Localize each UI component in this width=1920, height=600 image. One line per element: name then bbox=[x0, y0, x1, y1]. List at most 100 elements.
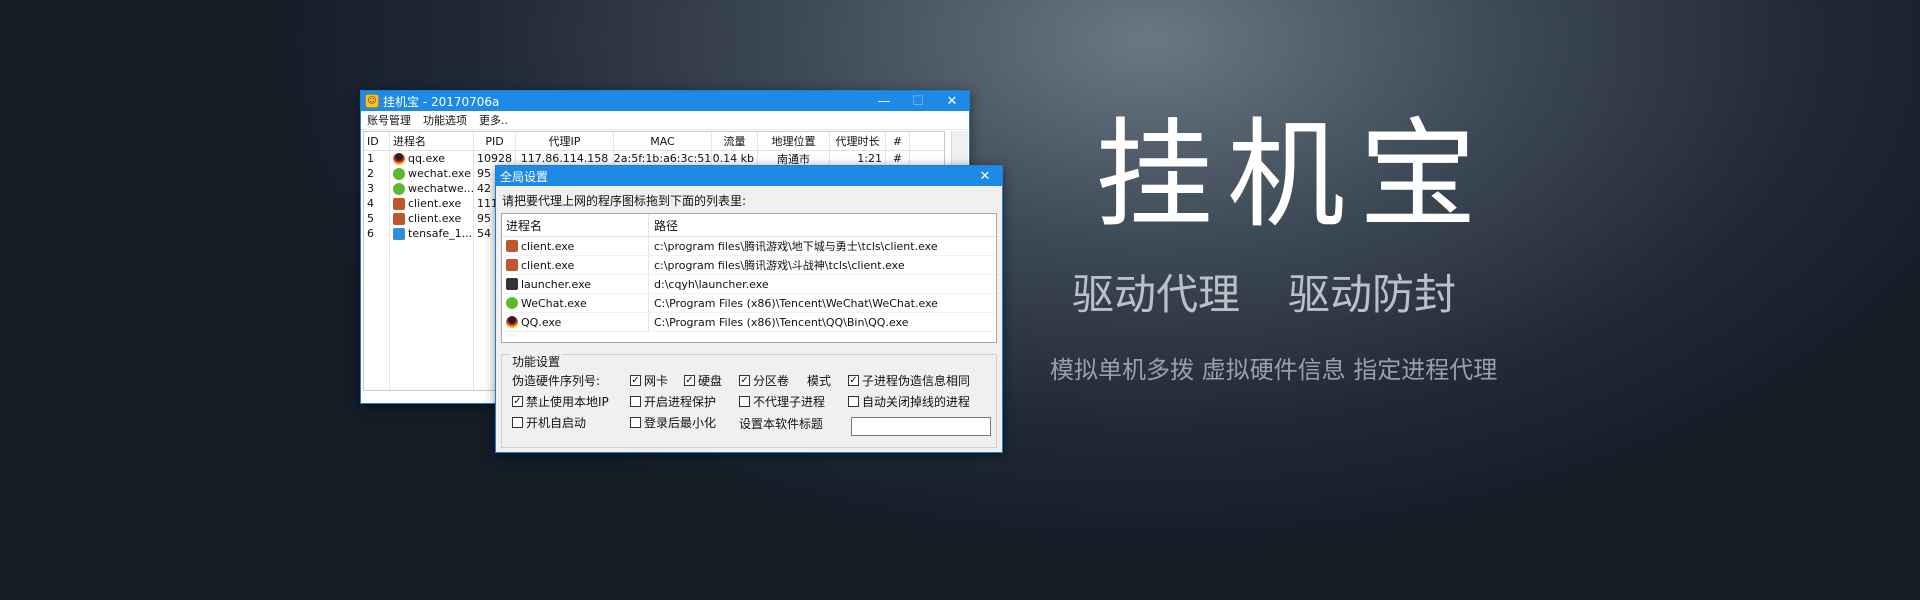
checkbox-mark[interactable]: ✓ bbox=[512, 396, 523, 407]
program-path: d:\cqyh\launcher.exe bbox=[654, 277, 769, 291]
auto-close-checkbox[interactable]: 自动关闭掉线的进程 bbox=[848, 393, 970, 410]
set-title-label: 设置本软件标题 bbox=[739, 417, 824, 431]
col-hash[interactable]: # bbox=[886, 132, 910, 150]
menu-functions[interactable]: 功能选项 bbox=[423, 112, 467, 128]
wechat-icon bbox=[393, 167, 405, 180]
nic-checkbox[interactable]: ✓ 网卡 bbox=[630, 372, 668, 389]
menubar: 账号管理 功能选项 更多.. bbox=[361, 111, 969, 130]
list-item[interactable]: client.exe c:\program files\腾讯游戏\地下城与勇士\t… bbox=[502, 237, 996, 256]
promo-subtitle-driver-proxy: 驱动代理 bbox=[1072, 270, 1241, 319]
program-list[interactable]: 进程名 路径 client.exe c:\program files\腾讯游戏\地… bbox=[501, 213, 997, 343]
program-path: C:\Program Files (x86)\Tencent\WeChat\We… bbox=[654, 296, 938, 310]
cell-id: 5 bbox=[364, 211, 390, 226]
checkbox-mark[interactable] bbox=[739, 396, 750, 407]
game-icon bbox=[506, 240, 518, 252]
list-item[interactable]: client.exe c:\program files\腾讯游戏\斗战神\tcls… bbox=[502, 256, 996, 275]
table-row[interactable]: 1 qq.exe 10928 117.86.114.158 2a:5f:1b:a6:3c… bbox=[364, 151, 944, 166]
program-name: WeChat.exe bbox=[502, 294, 649, 312]
menu-account[interactable]: 账号管理 bbox=[367, 112, 411, 128]
disk-checkbox[interactable]: ✓ 硬盘 bbox=[684, 372, 722, 389]
col-proxy-ip[interactable]: 代理IP bbox=[516, 132, 614, 150]
program-name: client.exe bbox=[502, 237, 649, 255]
autostart-checkbox[interactable]: 开机自启动 bbox=[512, 414, 586, 431]
list-item[interactable]: WeChat.exe C:\Program Files (x86)\Tencent… bbox=[502, 294, 996, 313]
maximize-button[interactable]: ☐ bbox=[901, 91, 935, 111]
no-child-proxy-checkbox[interactable]: 不代理子进程 bbox=[739, 393, 825, 410]
cell-geo: 南通市 bbox=[758, 151, 830, 166]
checkbox-mark[interactable]: ✓ bbox=[684, 375, 695, 386]
cell-id: 1 bbox=[364, 151, 390, 166]
cell-dur: 1:21 bbox=[830, 151, 886, 166]
fake-hw-label: 伪造硬件序列号: bbox=[512, 374, 601, 388]
wechat-icon bbox=[393, 182, 405, 195]
promo-subtitle-anti-ban: 驱动防封 bbox=[1288, 270, 1457, 319]
checkbox-mark[interactable]: ✓ bbox=[630, 375, 641, 386]
list-item[interactable]: QQ.exe C:\Program Files (x86)\Tencent\QQ\… bbox=[502, 313, 996, 332]
no-local-ip-checkbox[interactable]: ✓ 禁止使用本地IP bbox=[512, 393, 609, 410]
minimize-after-login-checkbox[interactable]: 登录后最小化 bbox=[630, 414, 716, 431]
menu-more[interactable]: 更多.. bbox=[479, 112, 508, 128]
settings-dialog: 全局设置 ✕ 请把要代理上网的程序图标拖到下面的列表里: 进程名 路径 clie… bbox=[495, 165, 1003, 453]
cell-name: qq.exe bbox=[390, 151, 474, 166]
list-item[interactable]: launcher.exe d:\cqyh\launcher.exe bbox=[502, 275, 996, 294]
cell-mac: 2a:5f:1b:a6:3c:51 bbox=[614, 151, 712, 166]
close-button[interactable]: ✕ bbox=[935, 91, 969, 111]
checkbox-mark[interactable] bbox=[630, 396, 641, 407]
col-mac[interactable]: MAC bbox=[614, 132, 712, 150]
col-id[interactable]: ID bbox=[364, 132, 390, 150]
cell-name: tensafe_1.... bbox=[390, 226, 474, 241]
program-path: c:\program files\腾讯游戏\斗战神\tcls\client.ex… bbox=[654, 259, 905, 272]
checkbox-mark[interactable]: ✓ bbox=[848, 375, 859, 386]
cell-id: 6 bbox=[364, 226, 390, 241]
minimize-button[interactable]: — bbox=[867, 91, 901, 111]
child-same-checkbox[interactable]: ✓ 子进程伪造信息相同 bbox=[848, 372, 970, 389]
col-duration[interactable]: 代理时长 bbox=[830, 132, 886, 150]
col-pid[interactable]: PID bbox=[474, 132, 516, 150]
col-traffic[interactable]: 流量 bbox=[712, 132, 758, 150]
cell-flow: 0.14 kb bbox=[712, 151, 758, 166]
main-window-title: 挂机宝 - 20170706a bbox=[383, 94, 500, 109]
col-process[interactable]: 进程名 bbox=[390, 132, 474, 150]
checkbox-mark[interactable] bbox=[512, 417, 523, 428]
cell-id: 2 bbox=[364, 166, 390, 181]
function-settings-group: 功能设置 伪造硬件序列号: ✓ 网卡 ✓ 硬盘 ✓ 分区卷 模式 ✓ 子进程伪造信息相同… bbox=[501, 353, 997, 448]
dialog-close-button[interactable]: ✕ bbox=[968, 166, 1002, 186]
qq-icon bbox=[393, 152, 405, 165]
cell-id: 3 bbox=[364, 181, 390, 196]
dialog-title: 全局设置 bbox=[500, 169, 549, 184]
mode-label[interactable]: 模式 bbox=[807, 372, 831, 389]
checkbox-mark[interactable] bbox=[630, 417, 641, 428]
program-path: C:\Program Files (x86)\Tencent\QQ\Bin\QQ… bbox=[654, 315, 909, 329]
col-program-path[interactable]: 路径 bbox=[649, 214, 996, 236]
promo-feature-line: 模拟单机多拨 虚拟硬件信息 指定进程代理 bbox=[1050, 356, 1498, 384]
cell-name: client.exe bbox=[390, 196, 474, 211]
game-icon bbox=[393, 197, 405, 210]
process-list-header: ID 进程名 PID 代理IP MAC 流量 地理位置 代理时长 # bbox=[364, 132, 944, 151]
program-name: launcher.exe bbox=[502, 275, 649, 293]
cell-ip: 117.86.114.158 bbox=[516, 151, 614, 166]
program-name: QQ.exe bbox=[502, 313, 649, 331]
col-program-name[interactable]: 进程名 bbox=[502, 214, 649, 236]
game-icon bbox=[393, 212, 405, 225]
col-location[interactable]: 地理位置 bbox=[758, 132, 830, 150]
software-title-input[interactable] bbox=[851, 417, 991, 436]
wechat-icon bbox=[506, 297, 518, 309]
cell-name: wechat.exe bbox=[390, 166, 474, 181]
launch-icon bbox=[506, 278, 518, 290]
main-titlebar[interactable]: ☺ 挂机宝 - 20170706a — ☐ ✕ bbox=[361, 91, 969, 111]
dialog-titlebar[interactable]: 全局设置 ✕ bbox=[496, 166, 1002, 186]
program-list-header: 进程名 路径 bbox=[502, 214, 996, 237]
ts-icon bbox=[393, 227, 405, 240]
process-protect-checkbox[interactable]: 开启进程保护 bbox=[630, 393, 716, 410]
app-logo-icon: ☺ bbox=[365, 94, 379, 108]
checkbox-mark[interactable] bbox=[848, 396, 859, 407]
checkbox-mark[interactable]: ✓ bbox=[739, 375, 750, 386]
cell-hash: # bbox=[886, 151, 910, 166]
program-path: c:\program files\腾讯游戏\地下城与勇士\tcls\client… bbox=[654, 240, 938, 253]
program-name: client.exe bbox=[502, 256, 649, 274]
partition-checkbox[interactable]: ✓ 分区卷 bbox=[739, 372, 789, 389]
game-icon bbox=[506, 259, 518, 271]
promo-title: 挂机宝 bbox=[1095, 106, 1492, 244]
cell-name: client.exe bbox=[390, 211, 474, 226]
cell-pid: 10928 bbox=[474, 151, 516, 166]
